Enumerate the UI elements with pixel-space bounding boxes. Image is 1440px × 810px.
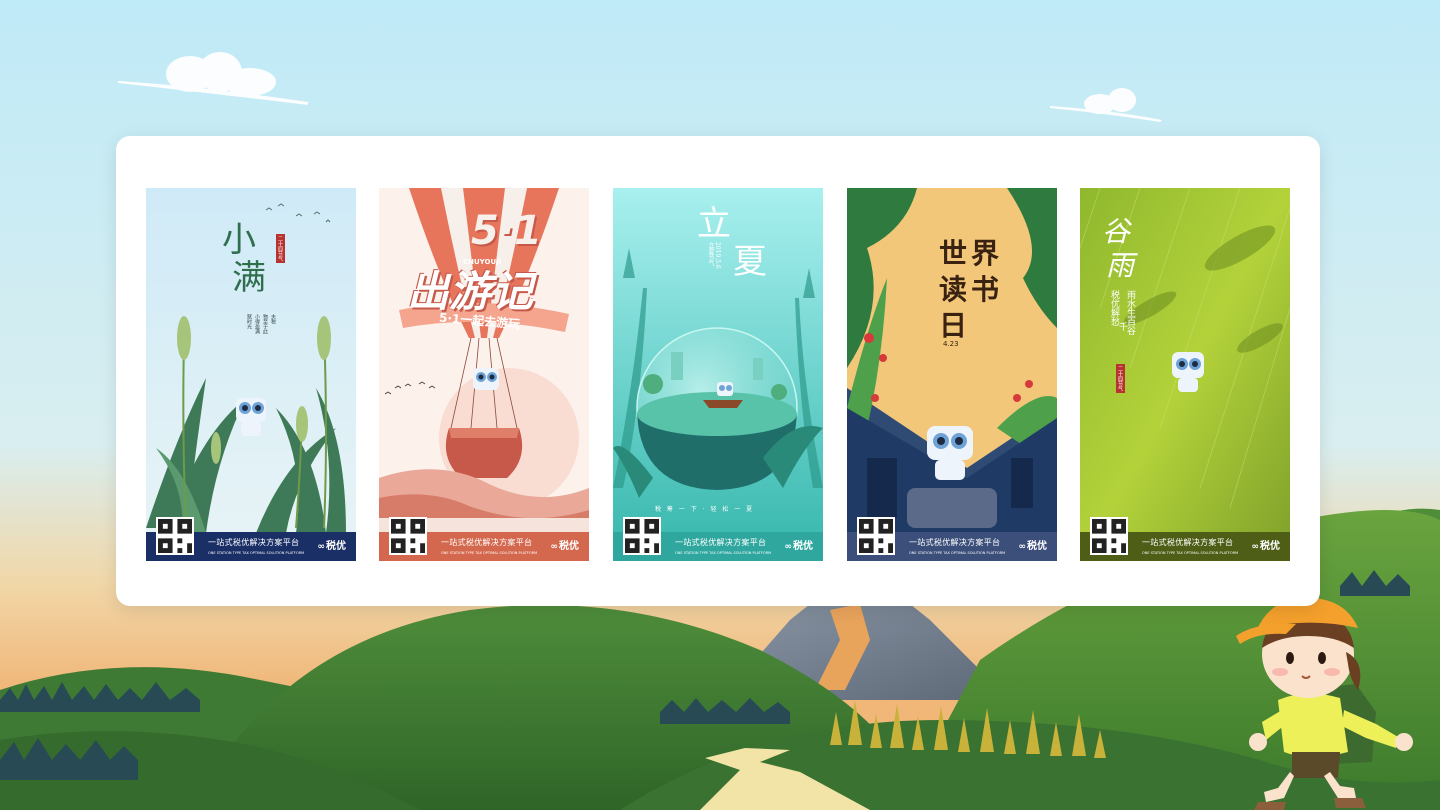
brand-logo: ∞税优: [317, 541, 347, 552]
brand-logo-icon: ∞: [784, 542, 793, 552]
poster-xiaoman-verse-3: 夫税: [270, 314, 276, 324]
footer-slogan-en: ONE STATION TYPE TAX OPTIMAL SOLUTION PL…: [675, 551, 772, 555]
poster-guyu[interactable]: 谷 雨 税优解愁 雨水生百谷 千 二十四节气 一站式税优解决方案平台 ONE S…: [1080, 188, 1290, 561]
footer-slogan: 一站式税优解决方案平台: [208, 538, 300, 547]
poster-book-day-title-char-1: 世: [939, 237, 968, 270]
mascot-icon: [717, 382, 733, 396]
qr-code-icon[interactable]: [389, 517, 427, 555]
poster-footer: 一站式税优解决方案平台 ONE STATION TYPE TAX OPTIMAL…: [613, 517, 823, 561]
qr-code-icon[interactable]: [156, 517, 194, 555]
poster-guyu-title-2: 雨: [1106, 249, 1135, 282]
qr-code-icon[interactable]: [857, 517, 895, 555]
poster-book-day-title-char-4: 书: [971, 273, 1000, 306]
footer-slogan-en: ONE STATION TYPE TAX OPTIMAL SOLUTION PL…: [1142, 551, 1239, 555]
poster-lixia[interactable]: 立 夏 2019.5.6 立夏节气 税 筹 一 下 · 轻 松 一 夏 一站式税…: [613, 188, 823, 561]
brand-logo-icon: ∞: [1018, 542, 1027, 552]
footer-slogan: 一站式税优解决方案平台: [1142, 538, 1234, 547]
poster-lixia-title-1: 立: [697, 204, 731, 244]
footer-slogan: 一站式税优解决方案平台: [909, 538, 1001, 547]
brand-logo-icon: ∞: [1251, 542, 1260, 552]
footer-slogan-en: ONE STATION TYPE TAX OPTIMAL SOLUTION PL…: [909, 551, 1006, 555]
qr-code-icon[interactable]: [623, 517, 661, 555]
brand-logo: ∞税优: [550, 541, 580, 552]
poster-xiaoman-verse-2: 小得盈满: [254, 314, 260, 334]
poster-showcase-card: 小 满 二十四节气 物至于此 小得盈满 夫税 赋时光 一站式税优解决方案平台 O…: [116, 136, 1320, 606]
poster-book-day-date: 4.23: [943, 340, 959, 348]
hiker-character-icon: [1236, 597, 1413, 810]
poster-may-day[interactable]: 5·1 CHUYOUJI 出游记 5·1一起去游玩 一站式税优解决方案平台 ON…: [379, 188, 589, 561]
poster-lixia-date: 2019.5.6: [714, 242, 721, 269]
brand-logo: ∞税优: [1251, 541, 1281, 552]
poster-may-day-number: 5·1: [471, 208, 542, 254]
poster-guyu-verse-3: 千: [1117, 322, 1127, 331]
brand-logo: ∞税优: [784, 541, 814, 552]
poster-may-day-title: 出游记: [407, 267, 534, 316]
poster-xiaoman-verse-4: 赋时光: [246, 314, 252, 329]
footer-slogan-en: ONE STATION TYPE TAX OPTIMAL SOLUTION PL…: [208, 551, 305, 555]
poster-lixia-date-label: 立夏节气: [707, 242, 714, 266]
poster-xiaoman-verse-1: 物至于此: [262, 314, 268, 334]
poster-guyu-seal: 二十四节气: [1116, 364, 1125, 393]
poster-footer: 一站式税优解决方案平台 ONE STATION TYPE TAX OPTIMAL…: [847, 517, 1057, 561]
poster-xiaoman-seal: 二十四节气: [276, 234, 285, 263]
poster-lixia-bottom-line: 税 筹 一 下 · 轻 松 一 夏: [655, 506, 755, 513]
poster-book-day-title-char-5: 日: [939, 309, 968, 342]
footer-slogan-en: ONE STATION TYPE TAX OPTIMAL SOLUTION PL…: [441, 551, 538, 555]
poster-book-day-title-char-3: 读: [939, 273, 968, 306]
brand-logo: ∞税优: [1018, 541, 1048, 552]
poster-world-book-day[interactable]: 世 界 读 书 日 4.23 一站式税优解决方案平台 ONE STATION T…: [847, 188, 1057, 561]
poster-book-day-title-char-2: 界: [971, 237, 1000, 270]
poster-guyu-verse-1: 税优解愁: [1109, 290, 1119, 326]
footer-slogan: 一站式税优解决方案平台: [441, 538, 533, 547]
brand-logo-icon: ∞: [550, 542, 559, 552]
poster-footer: 一站式税优解决方案平台 ONE STATION TYPE TAX OPTIMAL…: [146, 517, 356, 561]
poster-xiaoman[interactable]: 小 满 二十四节气 物至于此 小得盈满 夫税 赋时光 一站式税优解决方案平台 O…: [146, 188, 356, 561]
footer-slogan: 一站式税优解决方案平台: [675, 538, 767, 547]
mascot-icon: [473, 368, 499, 390]
brand-logo-icon: ∞: [317, 542, 326, 552]
qr-code-icon[interactable]: [1090, 517, 1128, 555]
poster-footer: 一站式税优解决方案平台 ONE STATION TYPE TAX OPTIMAL…: [379, 517, 589, 561]
poster-footer: 一站式税优解决方案平台 ONE STATION TYPE TAX OPTIMAL…: [1080, 517, 1290, 561]
poster-lixia-title-2: 夏: [733, 242, 767, 282]
poster-xiaoman-title-2: 满: [232, 258, 266, 298]
